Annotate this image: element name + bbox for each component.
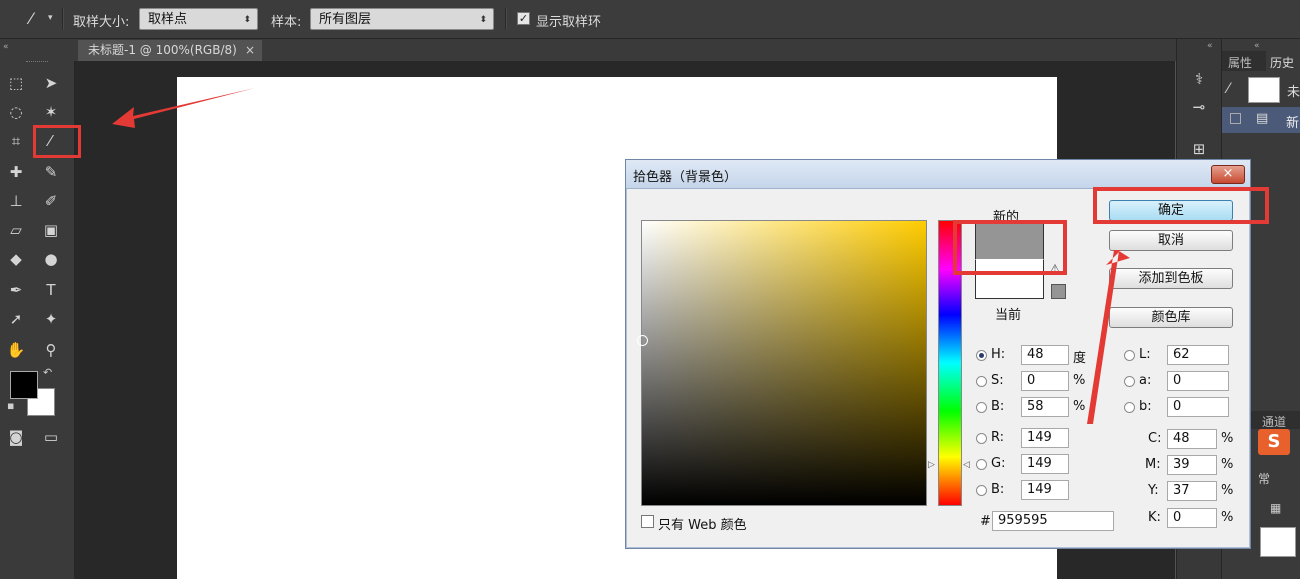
annotation-ok-highlight <box>1093 187 1269 224</box>
annotation-new-color-highlight <box>953 220 1067 275</box>
annotation-arrow-to-eyedropper <box>112 88 255 128</box>
annotation-arrows <box>112 88 1130 424</box>
annotation-arrow-to-ok <box>1087 250 1130 424</box>
